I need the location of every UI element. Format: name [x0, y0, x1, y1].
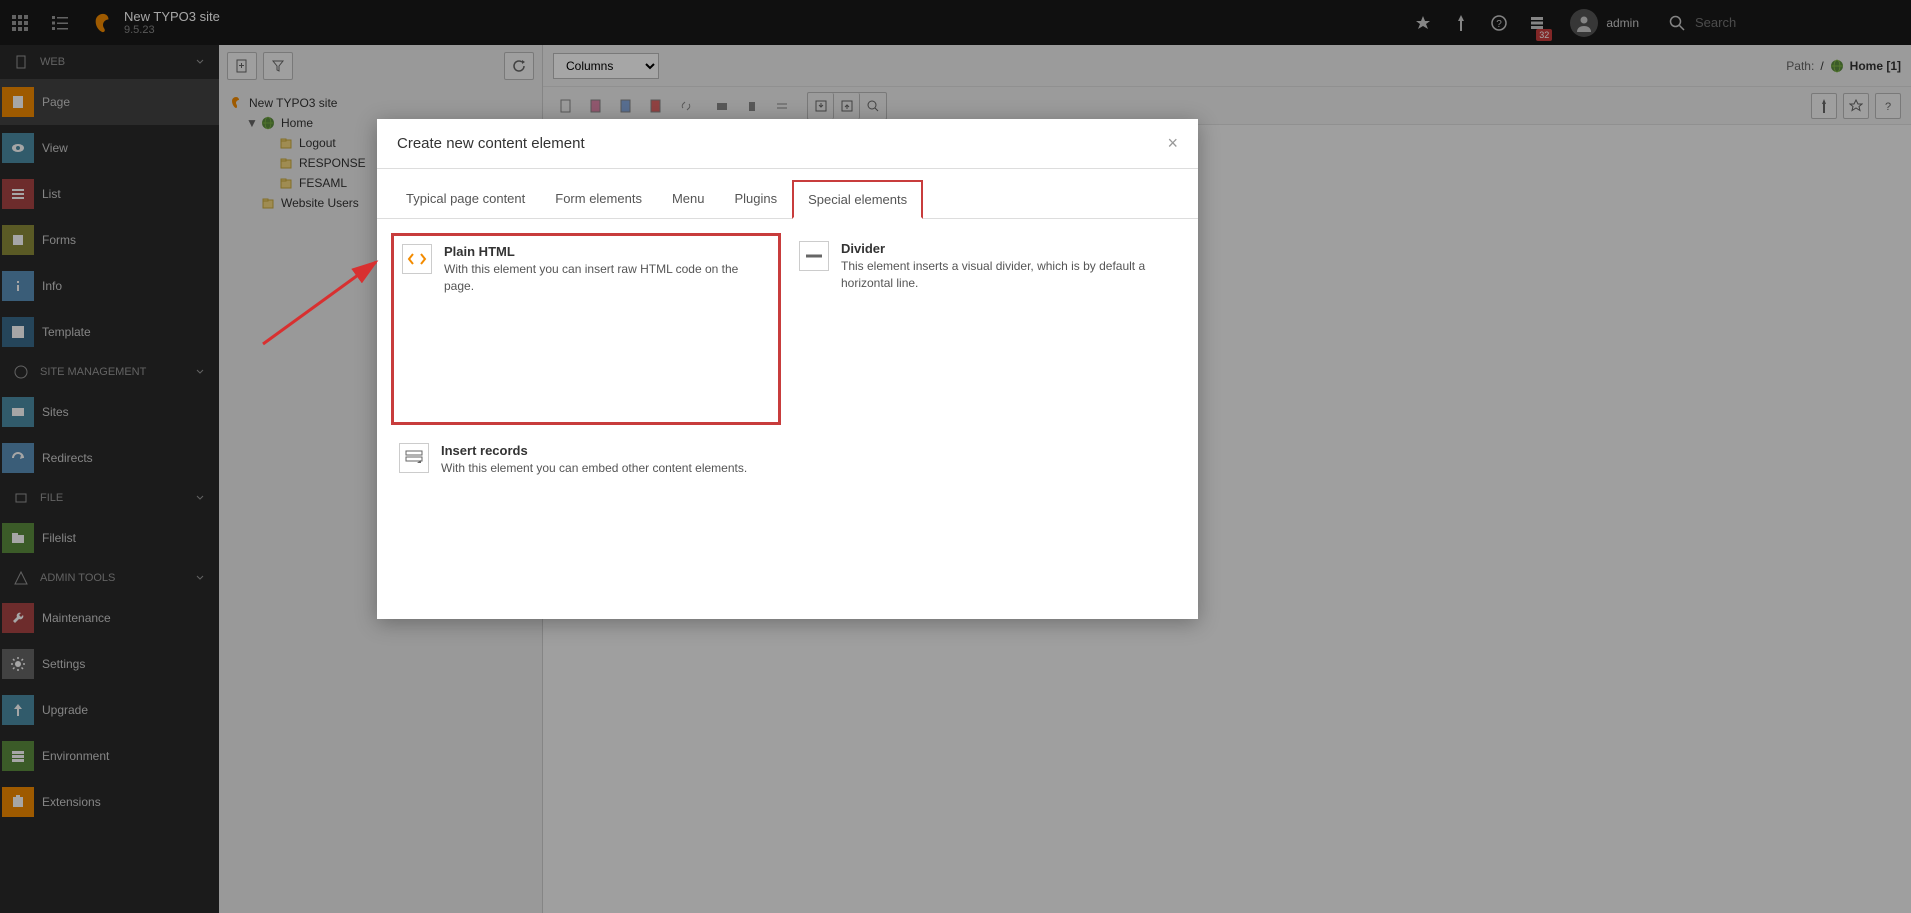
records-icon	[399, 443, 429, 473]
modal-close-button[interactable]: ×	[1167, 133, 1178, 154]
tab-menu[interactable]: Menu	[657, 180, 720, 219]
modal-title: Create new content element	[397, 135, 585, 152]
content-element-insert-records[interactable]: Insert records With this element you can …	[391, 435, 781, 605]
tab-special-elements[interactable]: Special elements	[792, 180, 923, 219]
tab-plugins[interactable]: Plugins	[719, 180, 792, 219]
tab-form-elements[interactable]: Form elements	[540, 180, 657, 219]
ce-description: This element inserts a visual divider, w…	[841, 258, 1173, 292]
html-icon	[402, 244, 432, 274]
ce-description: With this element you can insert raw HTM…	[444, 261, 770, 295]
ce-description: With this element you can embed other co…	[441, 460, 773, 477]
new-content-element-modal: Create new content element × Typical pag…	[377, 119, 1198, 619]
ce-title: Divider	[841, 241, 1173, 256]
ce-title: Plain HTML	[444, 244, 770, 259]
content-element-divider[interactable]: Divider This element inserts a visual div…	[791, 233, 1181, 425]
divider-icon	[799, 241, 829, 271]
ce-title: Insert records	[441, 443, 773, 458]
tab-typical-page-content[interactable]: Typical page content	[391, 180, 540, 219]
content-element-plain-html[interactable]: Plain HTML With this element you can inse…	[391, 233, 781, 425]
